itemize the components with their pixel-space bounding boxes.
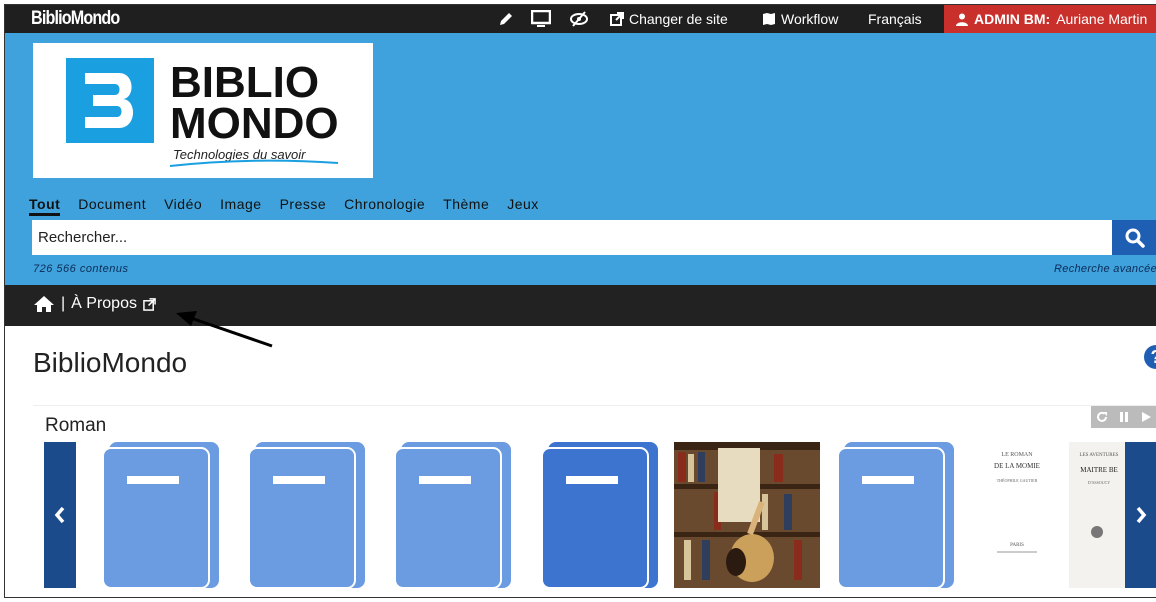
external-link-icon[interactable] <box>143 297 156 311</box>
changer-site-link[interactable]: Changer de site <box>610 5 728 33</box>
scan-line: MAITRE BE <box>1080 466 1118 474</box>
home-icon[interactable] <box>33 295 55 313</box>
scan-line: LE ROMAN <box>1001 452 1033 458</box>
admin-user-menu[interactable]: ADMIN BM: Auriane Martin <box>944 5 1156 33</box>
scan-line: THÉOPHILE GAUTIER <box>997 478 1038 483</box>
scan-line: D'ASSOUCY <box>1088 480 1110 485</box>
admin-label: ADMIN BM: <box>974 11 1051 27</box>
carousel-controls <box>1091 406 1156 428</box>
map-icon <box>763 13 775 25</box>
carousel-item[interactable] <box>101 442 219 589</box>
book-icon <box>394 442 511 589</box>
carousel-title: Roman <box>45 415 107 436</box>
carousel-item-scan[interactable]: LES AVENTURES MAITRE BE D'ASSOUCY <box>1069 442 1129 588</box>
carousel-prev-button[interactable] <box>44 442 76 588</box>
carousel-item[interactable] <box>393 442 511 589</box>
brand-name[interactable]: BiblioMondo <box>31 8 120 30</box>
admin-username: Auriane Martin <box>1056 11 1148 27</box>
book-scan: LES AVENTURES MAITRE BE D'ASSOUCY <box>1069 442 1129 588</box>
workflow-label: Workflow <box>781 11 839 27</box>
tab-jeux[interactable]: Jeux <box>507 196 539 216</box>
carousel-item-photo[interactable] <box>674 442 820 588</box>
tab-theme[interactable]: Thème <box>443 196 489 216</box>
carousel-roman: Roman LE ROMAN DE LA MOMIE THÉOPHILE GAU… <box>33 405 1156 597</box>
carousel-item-scan[interactable]: LE ROMAN DE LA MOMIE THÉOPHILE GAUTIER P… <box>979 442 1055 588</box>
chevron-right-icon <box>1136 506 1147 524</box>
browser-frame: BiblioMondo Changer de site Workflow Fra… <box>4 4 1156 598</box>
search-icon <box>1125 228 1145 248</box>
play-icon[interactable] <box>1140 411 1152 423</box>
page-title: BiblioMondo <box>33 347 188 378</box>
carousel-item[interactable] <box>540 442 658 589</box>
help-icon[interactable]: ? <box>1144 345 1156 369</box>
refresh-icon[interactable] <box>1096 411 1108 423</box>
tab-video[interactable]: Vidéo <box>164 196 202 216</box>
book-icon <box>102 442 219 589</box>
scan-line: LES AVENTURES <box>1080 453 1119 458</box>
top-bar: BiblioMondo Changer de site Workflow Fra… <box>5 5 1156 33</box>
carousel-item[interactable] <box>247 442 365 589</box>
a-propos-link[interactable]: À Propos <box>71 295 137 313</box>
book-icon <box>541 442 658 589</box>
scan-line: PARIS <box>1010 543 1024 548</box>
site-header: BIBLIO MONDO Technologies du savoir Tout… <box>5 33 1156 285</box>
changer-site-label: Changer de site <box>629 11 728 27</box>
carousel-item[interactable] <box>836 442 954 589</box>
tab-image[interactable]: Image <box>220 196 261 216</box>
tab-chronologie[interactable]: Chronologie <box>344 196 425 216</box>
search-input[interactable]: Rechercher... <box>32 220 1112 255</box>
breadcrumb: | À Propos <box>5 285 1156 326</box>
scan-line: DE LA MOMIE <box>994 462 1040 470</box>
content-count: 726 566 contenus <box>33 263 129 275</box>
tab-tout[interactable]: Tout <box>29 196 61 216</box>
user-icon <box>956 13 968 26</box>
tab-presse[interactable]: Presse <box>280 196 327 216</box>
eye-slash-icon[interactable] <box>569 5 589 33</box>
external-link-icon <box>610 12 624 26</box>
search-scope-tabs: Tout Document Vidéo Image Presse Chronol… <box>29 196 557 216</box>
carousel-next-button[interactable] <box>1125 442 1156 588</box>
advanced-search-link[interactable]: Recherche avancée <box>1054 263 1156 275</box>
language-label: Français <box>868 11 922 27</box>
bibliomondo-logo[interactable]: BIBLIO MONDO Technologies du savoir <box>33 43 373 178</box>
logo-word-mondo: MONDO <box>170 99 339 148</box>
chevron-left-icon <box>54 506 65 524</box>
search-button[interactable] <box>1112 220 1156 255</box>
book-icon <box>248 442 365 589</box>
tab-document[interactable]: Document <box>78 196 146 216</box>
bookshelf-photo <box>674 442 820 588</box>
pause-icon[interactable] <box>1118 411 1130 423</box>
breadcrumb-separator: | <box>61 295 66 312</box>
pencil-icon[interactable] <box>498 5 514 33</box>
book-icon <box>837 442 954 589</box>
workflow-link[interactable]: Workflow <box>762 5 838 33</box>
language-selector[interactable]: Français <box>868 5 922 33</box>
monitor-icon[interactable] <box>531 5 551 33</box>
book-scan: LE ROMAN DE LA MOMIE THÉOPHILE GAUTIER P… <box>979 442 1055 588</box>
